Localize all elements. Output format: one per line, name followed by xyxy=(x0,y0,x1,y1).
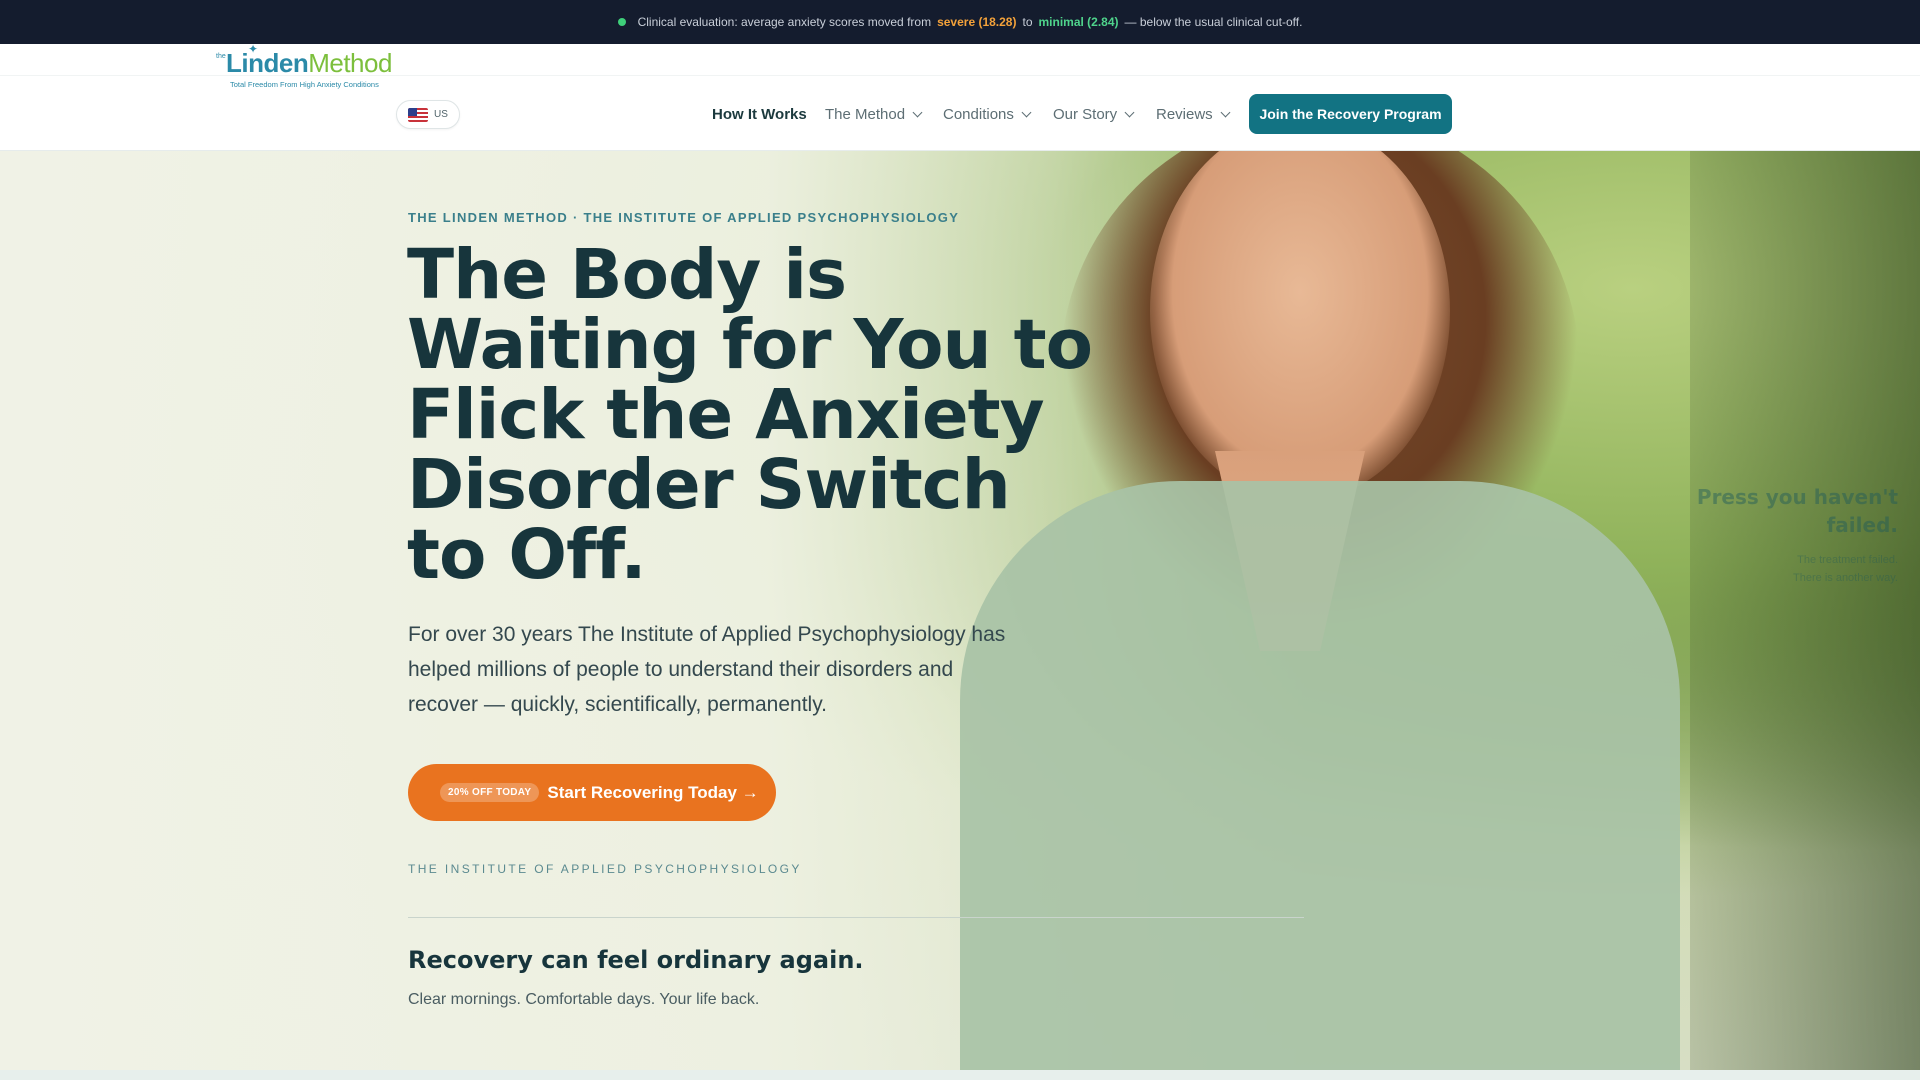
hero-divider xyxy=(408,917,1304,918)
faded-text-line-1: The treatment failed. xyxy=(1797,554,1898,566)
status-dot-icon xyxy=(617,18,626,26)
announcement-prefix: Clinical evaluation: average anxiety sco… xyxy=(637,15,932,29)
discount-badge: 20% OFF TODAY xyxy=(440,783,540,802)
nav-conditions-label: Conditions xyxy=(943,105,1014,123)
join-recovery-program-button[interactable]: Join the Recovery Program xyxy=(1249,94,1452,134)
logo-wordmark: LindenMethod xyxy=(226,48,392,79)
faded-overlay-text: The treatment failed. There is another w… xyxy=(1793,551,1898,587)
nav-how-it-works[interactable]: How It Works xyxy=(712,100,807,128)
logo-linden: Linden xyxy=(226,48,309,78)
hero-subheading: Recovery can feel ordinary again. xyxy=(408,946,864,974)
logo-tagline: Total Freedom From High Anxiety Conditio… xyxy=(230,80,379,89)
hero-section: THE LINDEN METHOD · THE INSTITUTE OF APP… xyxy=(0,151,1920,1070)
logo-method: Method xyxy=(308,48,392,78)
us-flag-icon xyxy=(408,107,429,122)
faded-overlay-heading: Press you haven't failed. xyxy=(1697,483,1898,539)
chevron-down-icon xyxy=(1021,107,1032,117)
nav-the-method[interactable]: The Method xyxy=(825,100,923,128)
hero-lede: For over 30 years The Institute of Appli… xyxy=(408,623,1006,716)
institute-label: THE INSTITUTE OF APPLIED PSYCHOPHYSIOLOG… xyxy=(408,862,802,876)
hero-title: The Body is Waiting for You to Flick the… xyxy=(407,235,1093,595)
faded-text-line-2: There is another way. xyxy=(1793,572,1898,584)
announcement-severe: severe (18.28) xyxy=(937,15,1017,29)
linden-method-logo[interactable]: ✦ the LindenMethod Total Freedom From Hi… xyxy=(216,42,392,92)
faded-heading-line-2: failed. xyxy=(1826,513,1898,537)
announcement-suffix: — below the usual clinical cut-off. xyxy=(1124,15,1303,29)
chevron-down-icon xyxy=(1124,107,1135,117)
chevron-down-icon xyxy=(1220,107,1231,117)
nav-reviews-label: Reviews xyxy=(1156,105,1213,123)
nav-our-story-label: Our Story xyxy=(1053,105,1118,123)
logo-the: the xyxy=(216,53,226,60)
start-recovering-button[interactable]: 20% OFF TODAY Start Recovering Today → xyxy=(408,764,776,821)
region-selector[interactable]: US xyxy=(396,100,460,129)
hero-brandline: THE LINDEN METHOD · THE INSTITUTE OF APP… xyxy=(408,210,960,225)
background-trees-image xyxy=(1690,151,1920,1070)
faded-heading-line-1: Press you haven't xyxy=(1696,485,1898,509)
region-code: US xyxy=(434,109,448,120)
hero-subline: Clear mornings. Comfortable days. Your l… xyxy=(408,991,760,1008)
start-recovering-label: Start Recovering Today → xyxy=(547,782,759,802)
announcement-to: to xyxy=(1022,15,1033,29)
chevron-down-icon xyxy=(912,107,923,117)
nav-conditions[interactable]: Conditions xyxy=(943,100,1032,128)
nav-our-story[interactable]: Our Story xyxy=(1053,100,1135,128)
nav-the-method-label: The Method xyxy=(825,105,906,123)
nav-reviews[interactable]: Reviews xyxy=(1156,100,1231,128)
announcement-minimal: minimal (2.84) xyxy=(1038,15,1119,29)
next-section-edge xyxy=(0,1070,1920,1080)
announcement-bar: Clinical evaluation: average anxiety sco… xyxy=(0,0,1920,44)
nav-how-it-works-label: How It Works xyxy=(712,105,807,123)
